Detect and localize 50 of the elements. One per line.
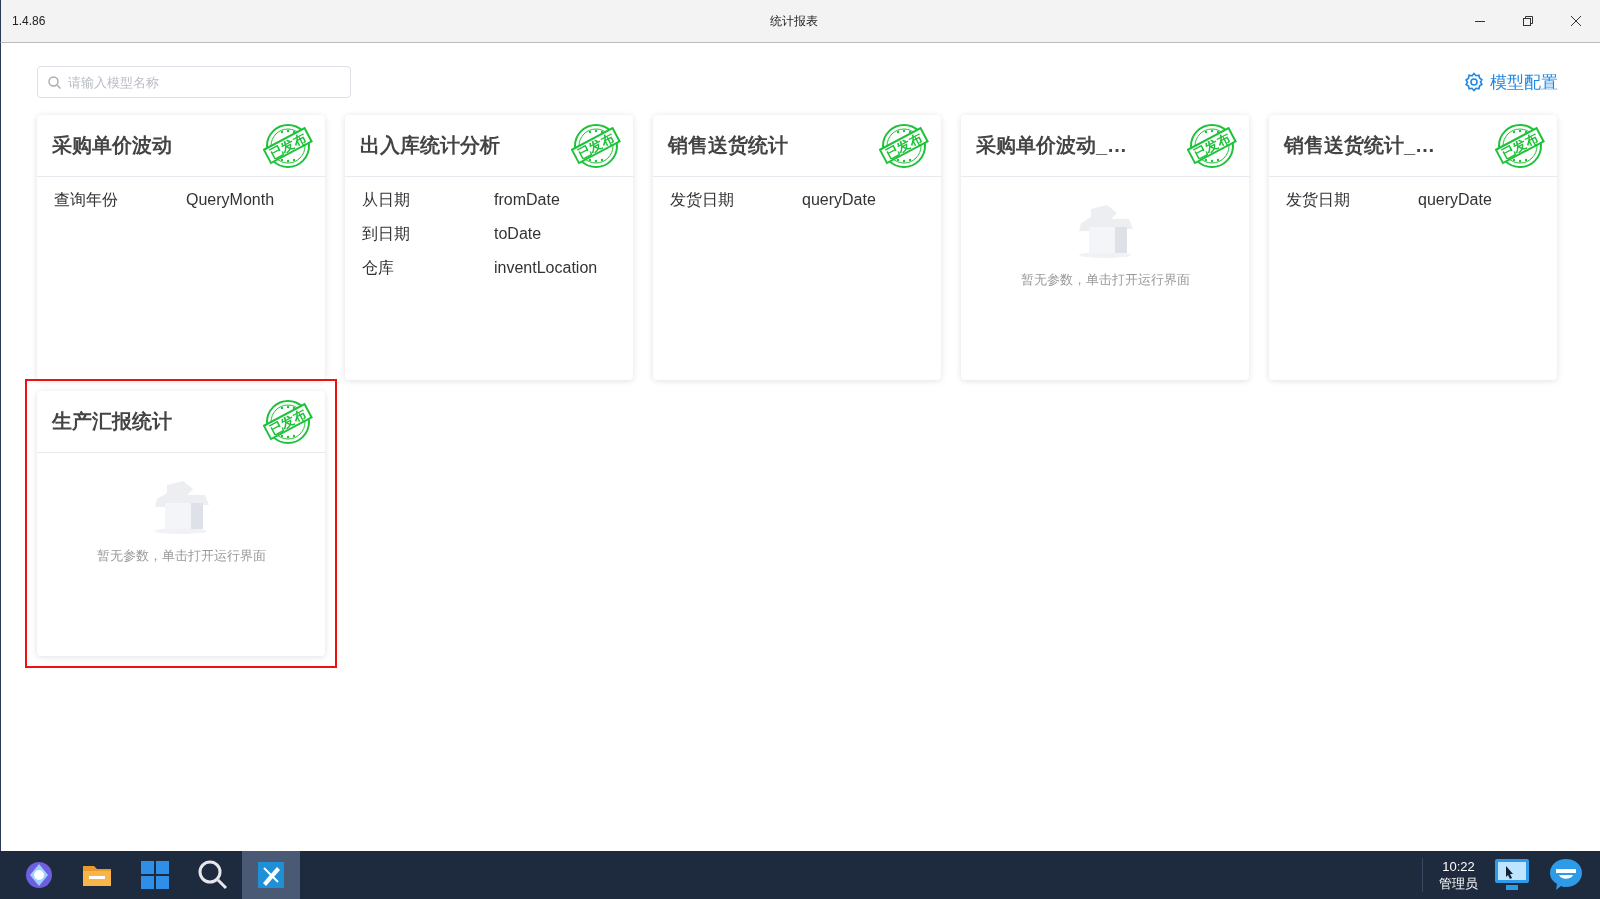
version-label: 1.4.86 <box>12 14 47 28</box>
published-stamp: 已发布 <box>263 121 313 170</box>
empty-message: 暂无参数，单击打开运行界面 <box>96 547 266 565</box>
param-field: toDate <box>494 225 633 243</box>
card-title: 销售送货统计 <box>668 133 788 158</box>
param-field: inventLocation <box>494 259 633 277</box>
card-title: 销售送货统计_… <box>1284 133 1436 158</box>
card-title: 出入库统计分析 <box>360 133 500 158</box>
clock-time: 10:22 <box>1442 858 1475 875</box>
taskbar-app-button[interactable] <box>242 851 300 899</box>
empty-box-icon <box>1077 205 1133 259</box>
param-label: 从日期 <box>362 189 411 210</box>
published-stamp: 已发布 <box>1495 121 1545 170</box>
empty-message: 暂无参数，单击打开运行界面 <box>1020 271 1190 289</box>
close-icon <box>1570 15 1582 27</box>
monitor-icon[interactable] <box>1494 858 1530 892</box>
published-stamp: 已发布 <box>1187 121 1237 170</box>
report-card[interactable]: 采购单价波动 已发布 查询年份 QueryMonth <box>37 115 325 380</box>
param-label: 仓库 <box>362 257 395 278</box>
param-label: 查询年份 <box>54 189 119 210</box>
param-label: 发货日期 <box>670 189 735 210</box>
settings-icon <box>1464 72 1484 92</box>
param-label: 到日期 <box>362 223 411 244</box>
report-card[interactable]: 采购单价波动_… 已发布 暂无参数，单击打开运行界面 <box>961 115 1249 380</box>
user-name: 管理员 <box>1439 875 1478 892</box>
card-title: 采购单价波动_… <box>976 133 1128 158</box>
published-stamp: 已发布 <box>879 121 929 170</box>
card-title: 采购单价波动 <box>52 133 172 158</box>
search-field[interactable]: 请输入模型名称 <box>37 66 351 98</box>
model-config-button[interactable]: 模型配置 <box>1464 70 1558 94</box>
launcher-icon <box>23 859 55 891</box>
chat-bubble-icon[interactable] <box>1548 857 1584 893</box>
published-stamp: 已发布 <box>263 397 313 446</box>
param-label: 发货日期 <box>1286 189 1351 210</box>
param-field: QueryMonth <box>186 191 325 209</box>
report-card[interactable]: 销售送货统计_… 已发布 发货日期 queryDate <box>1269 115 1557 380</box>
report-card[interactable]: 生产汇报统计 已发布 暂无参数，单击打开运行界面 <box>37 391 325 656</box>
param-field: queryDate <box>802 191 941 209</box>
window-title: 统计报表 <box>769 12 819 30</box>
param-field: queryDate <box>1418 191 1557 209</box>
report-card[interactable]: 销售送货统计 已发布 发货日期 queryDate <box>653 115 941 380</box>
search-icon <box>48 76 61 89</box>
card-title: 生产汇报统计 <box>52 409 172 434</box>
param-field: fromDate <box>494 191 633 209</box>
published-stamp: 已发布 <box>571 121 621 170</box>
windows-icon <box>139 859 171 891</box>
search-icon <box>197 859 229 891</box>
empty-box-icon <box>153 481 209 535</box>
report-card[interactable]: 出入库统计分析 已发布 从日期 fromDate 到日期 toDate 仓库 inventLocation <box>345 115 633 380</box>
restore-icon <box>1522 15 1534 27</box>
